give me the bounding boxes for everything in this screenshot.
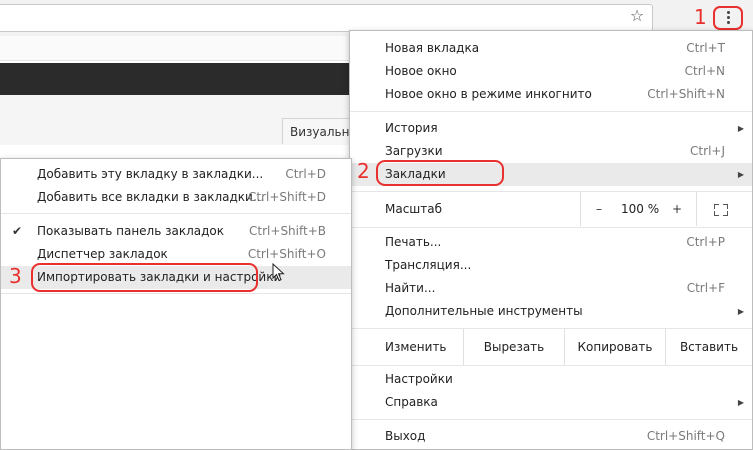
paste-button[interactable]: Вставить <box>666 329 752 365</box>
highlight-ring-import <box>31 263 258 292</box>
step-3-badge: 3 <box>9 264 22 288</box>
zoom-level: 100 % <box>621 202 660 216</box>
submenu-arrow-icon: ▶ <box>737 124 744 133</box>
menu-item-new-tab[interactable]: Новая вкладка Ctrl+T <box>350 37 752 60</box>
submenu-item-bookmark-tab[interactable]: Добавить эту вкладку в закладки... Ctrl+… <box>1 163 351 186</box>
submenu-arrow-icon: ▶ <box>737 398 744 407</box>
star-icon[interactable]: ☆ <box>628 7 646 25</box>
address-bar[interactable] <box>0 4 653 32</box>
checkmark-icon: ✔ <box>12 224 23 238</box>
menu-item-settings[interactable]: Настройки <box>350 368 752 391</box>
chrome-main-menu: Новая вкладка Ctrl+T Новое окно Ctrl+N Н… <box>349 30 753 450</box>
menu-item-new-window[interactable]: Новое окно Ctrl+N <box>350 60 752 83</box>
menu-separator <box>1 293 351 294</box>
bookmarks-submenu: Добавить эту вкладку в закладки... Ctrl+… <box>0 158 352 450</box>
highlight-ring-bookmarks <box>376 160 504 186</box>
menu-item-help[interactable]: Справка ▶ <box>350 391 752 414</box>
submenu-item-show-bookmarks-bar[interactable]: ✔ Показывать панель закладок Ctrl+Shift+… <box>1 220 351 243</box>
menu-item-print[interactable]: Печать... Ctrl+P <box>350 231 752 254</box>
zoom-divider <box>696 192 697 226</box>
fullscreen-icon[interactable] <box>714 204 728 216</box>
menu-zoom-row: Масштаб – 100 % + <box>350 192 752 226</box>
cut-button[interactable]: Вырезать <box>464 329 564 365</box>
mouse-pointer-icon <box>272 263 285 282</box>
menu-item-cast[interactable]: Трансляция... <box>350 254 752 277</box>
menu-separator <box>350 419 752 420</box>
menu-separator <box>350 191 752 192</box>
menu-item-more-tools[interactable]: Дополнительные инструменты ▶ <box>350 300 752 323</box>
submenu-arrow-icon: ▶ <box>737 170 744 179</box>
menu-separator <box>350 227 752 228</box>
bookmarks-bar <box>0 36 350 61</box>
three-dots-vertical-icon <box>727 11 730 25</box>
menu-item-exit[interactable]: Выход Ctrl+Shift+Q <box>350 425 752 448</box>
menu-separator <box>350 111 752 112</box>
step-2-badge: 2 <box>357 159 370 183</box>
zoom-out-button[interactable]: – <box>596 198 602 221</box>
menu-edit-row: Изменить Вырезать Копировать Вставить <box>350 329 752 365</box>
menu-item-incognito[interactable]: Новое окно в режиме инкогнито Ctrl+Shift… <box>350 83 752 106</box>
menu-item-history[interactable]: История ▶ <box>350 117 752 140</box>
zoom-divider <box>580 192 581 226</box>
menu-separator <box>1 213 351 214</box>
menu-separator <box>350 365 752 366</box>
zoom-in-button[interactable]: + <box>672 198 682 221</box>
page-dark-header <box>0 63 350 95</box>
submenu-item-bookmark-all[interactable]: Добавить все вкладки в закладки... Ctrl+… <box>1 186 351 209</box>
menu-item-find[interactable]: Найти... Ctrl+F <box>350 277 752 300</box>
copy-button[interactable]: Копировать <box>565 329 665 365</box>
step-1-badge: 1 <box>694 5 707 29</box>
chrome-menu-button[interactable] <box>713 6 743 30</box>
visual-editor-tab[interactable]: Визуальн <box>282 118 352 144</box>
submenu-arrow-icon: ▶ <box>737 307 744 316</box>
